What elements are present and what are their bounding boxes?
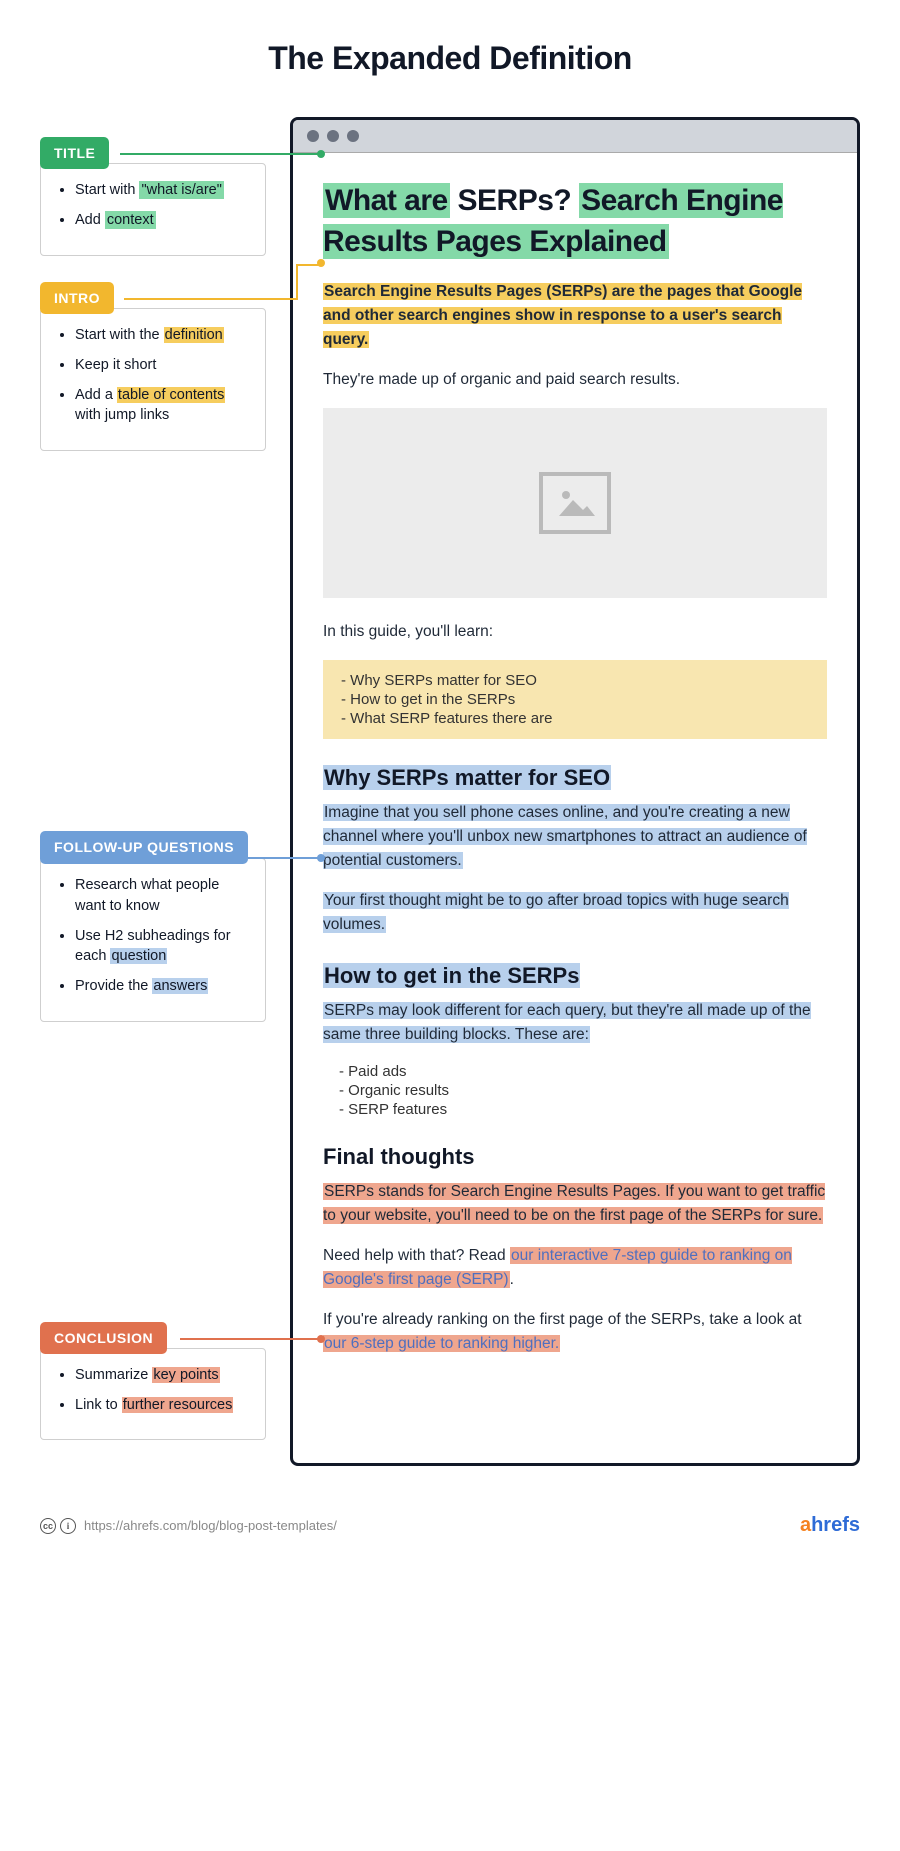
list-item: Start with "what is/are": [75, 180, 251, 200]
para-f1: SERPs stands for Search Engine Results P…: [323, 1180, 827, 1228]
guide-lead: In this guide, you'll learn:: [323, 620, 827, 644]
label-title: TITLE: [40, 137, 109, 169]
sidebar-box-conclusion: CONCLUSION Summarize key points Link to f…: [40, 1322, 266, 1441]
image-placeholder: [323, 408, 827, 598]
list-item: - Why SERPs matter for SEO: [341, 672, 809, 689]
list-item: Link to further resources: [75, 1395, 251, 1415]
brand-logo: ahrefs: [800, 1514, 860, 1537]
intro-line2: They're made up of organic and paid sear…: [323, 368, 827, 392]
intro-definition: Search Engine Results Pages (SERPs) are …: [323, 280, 827, 352]
para-a2: Your first thought might be to go after …: [323, 889, 827, 937]
window-dot: [327, 130, 339, 142]
article-h1: What are SERPs? Search Engine Results Pa…: [323, 181, 827, 262]
page-title: The Expanded Definition: [40, 40, 860, 77]
image-icon: [553, 486, 597, 520]
list-item: - How to get in the SERPs: [341, 691, 809, 708]
cc-icon: cci: [40, 1518, 76, 1534]
cta-link-1[interactable]: our interactive 7-step guide to ranking …: [323, 1247, 792, 1288]
conclusion-bullets: Summarize key points Link to further reso…: [55, 1365, 251, 1416]
h2-final: Final thoughts: [323, 1144, 827, 1170]
footer: cci https://ahrefs.com/blog/blog-post-te…: [0, 1486, 900, 1567]
h2-why-matter: Why SERPs matter for SEO: [323, 765, 827, 791]
list-item: Add context: [75, 210, 251, 230]
para-f3: If you're already ranking on the first p…: [323, 1308, 827, 1356]
list-item: Research what people want to know: [75, 875, 251, 916]
title-bullets: Start with "what is/are" Add context: [55, 180, 251, 231]
sidebar-box-title: TITLE Start with "what is/are" Add contex…: [40, 137, 266, 256]
list-item: Keep it short: [75, 355, 251, 375]
article-content: What are SERPs? Search Engine Results Pa…: [293, 153, 857, 1406]
list-item: Use H2 subheadings for each question: [75, 926, 251, 967]
list-item: Add a table of contents with jump links: [75, 385, 251, 426]
list-item: Summarize key points: [75, 1365, 251, 1385]
cta-link-2[interactable]: our 6-step guide to ranking higher.: [323, 1335, 560, 1352]
list-item: - SERP features: [339, 1101, 827, 1118]
para-f2: Need help with that? Read our interactiv…: [323, 1244, 827, 1292]
label-intro: INTRO: [40, 282, 114, 314]
para-a1: Imagine that you sell phone cases online…: [323, 801, 827, 873]
label-followup: FOLLOW-UP QUESTIONS: [40, 831, 248, 865]
list-item: - Paid ads: [339, 1063, 827, 1080]
footer-url: https://ahrefs.com/blog/blog-post-templa…: [84, 1518, 337, 1533]
list-item: - Organic results: [339, 1082, 827, 1099]
h2-how-get: How to get in the SERPs: [323, 963, 827, 989]
list-item: Provide the answers: [75, 976, 251, 996]
window-dot: [347, 130, 359, 142]
blocks-list: - Paid ads - Organic results - SERP featur…: [323, 1063, 827, 1118]
table-of-contents: - Why SERPs matter for SEO - How to get i…: [323, 660, 827, 739]
browser-window: What are SERPs? Search Engine Results Pa…: [290, 117, 860, 1466]
para-b1: SERPs may look different for each query,…: [323, 999, 827, 1047]
followup-bullets: Research what people want to know Use H2 …: [55, 875, 251, 996]
sidebar: TITLE Start with "what is/are" Add contex…: [40, 117, 290, 1466]
window-dot: [307, 130, 319, 142]
sidebar-box-followup: FOLLOW-UP QUESTIONS Research what people…: [40, 831, 266, 1022]
list-item: Start with the definition: [75, 325, 251, 345]
sidebar-box-intro: INTRO Start with the definition Keep it s…: [40, 282, 266, 451]
browser-titlebar: [293, 120, 857, 153]
label-conclusion: CONCLUSION: [40, 1322, 167, 1354]
intro-bullets: Start with the definition Keep it short Ad…: [55, 325, 251, 426]
list-item: - What SERP features there are: [341, 710, 809, 727]
